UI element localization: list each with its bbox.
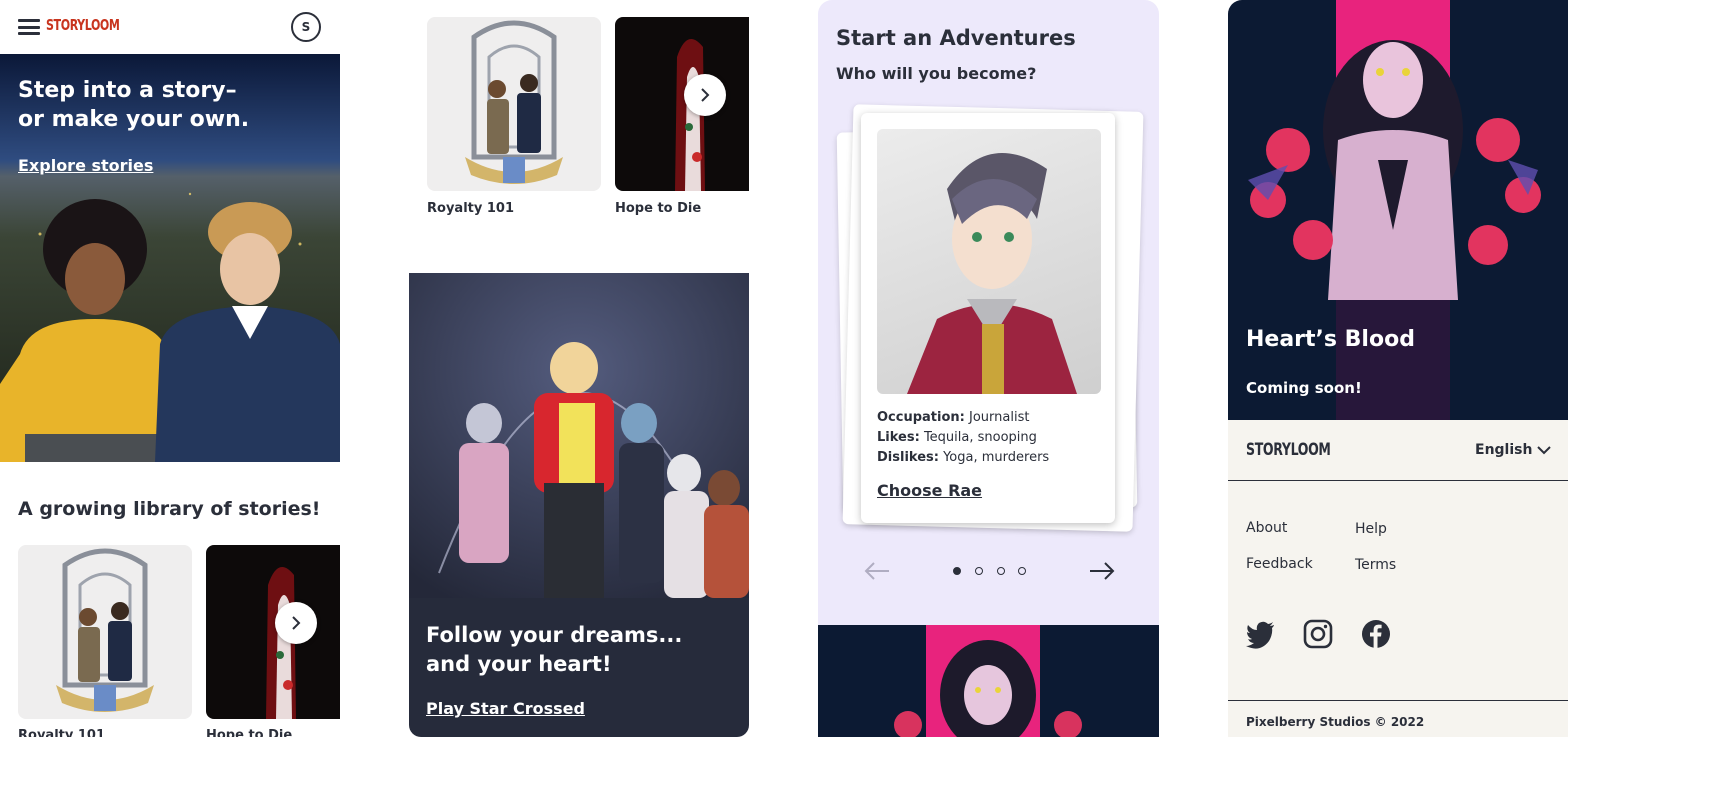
instagram-icon[interactable] xyxy=(1303,619,1333,649)
star-crossed-headline: Follow your dreams... and your heart! xyxy=(426,621,726,679)
attr-occupation: Occupation: Journalist xyxy=(877,410,1029,425)
pagination-dot[interactable] xyxy=(1018,567,1026,575)
play-star-crossed-link[interactable]: Play Star Crossed xyxy=(426,699,585,718)
adventure-view: Start an Adventures Who will you become? xyxy=(818,0,1159,737)
adventure-section: Start an Adventures Who will you become? xyxy=(818,0,1159,625)
hero-headline-line1: Step into a story– xyxy=(18,78,237,103)
arrow-right-icon[interactable] xyxy=(1088,560,1116,582)
copyright-text: Pixelberry Studios © 2022 xyxy=(1246,715,1425,729)
story-title: Hope to Die xyxy=(206,728,293,737)
choose-character-link[interactable]: Choose Rae xyxy=(877,481,982,500)
attr-dislikes: Dislikes: Yoga, murderers xyxy=(877,450,1049,465)
hearts-blood-art xyxy=(894,625,1082,737)
footer-link-terms[interactable]: Terms xyxy=(1355,557,1396,573)
hero-banner: Step into a story– or make your own. Exp… xyxy=(0,54,340,462)
story-title: Hope to Die xyxy=(615,201,702,216)
hearts-blood-feature[interactable]: Heart’s Blood Coming soon! xyxy=(1228,0,1568,420)
star-crossed-headline-line1: Follow your dreams... xyxy=(426,623,683,647)
twitter-icon[interactable] xyxy=(1246,619,1276,649)
star-crossed-headline-line2: and your heart! xyxy=(426,652,612,676)
attr-value: Yoga, murderers xyxy=(943,450,1050,465)
character-portrait xyxy=(877,129,1101,394)
home-mobile-view: STORYLOOM S Step into a story– or make y… xyxy=(0,0,340,737)
star-crossed-promo: Follow your dreams... and your heart! Pl… xyxy=(409,273,749,737)
arrow-left-icon[interactable] xyxy=(863,560,891,582)
pagination-dot[interactable] xyxy=(953,567,961,575)
footer-divider xyxy=(1228,480,1568,481)
footer-link-feedback[interactable]: Feedback xyxy=(1246,556,1313,572)
feature-title: Heart’s Blood xyxy=(1246,327,1415,352)
library-title: A growing library of stories! xyxy=(18,498,321,520)
rae-portrait xyxy=(907,153,1077,394)
attr-value: Journalist xyxy=(969,410,1030,425)
chevron-down-icon[interactable] xyxy=(1537,444,1551,456)
star-crossed-illustration xyxy=(409,273,749,598)
footer-link-about[interactable]: About xyxy=(1246,520,1287,536)
story-title: Royalty 101 xyxy=(18,728,105,737)
facebook-icon[interactable] xyxy=(1361,619,1391,649)
royalty-101-cover xyxy=(465,20,563,184)
pagination-dot[interactable] xyxy=(975,567,983,575)
explore-stories-link[interactable]: Explore stories xyxy=(18,156,153,175)
hope-to-die-cover xyxy=(675,39,705,191)
footer-brand-logo[interactable]: STORYLOOM xyxy=(1246,440,1331,460)
footer-view: Heart’s Blood Coming soon! STORYLOOM Eng… xyxy=(1228,0,1568,737)
adventure-title: Start an Adventures xyxy=(836,26,1076,50)
hero-headline-line2: or make your own. xyxy=(18,107,250,132)
royalty-101-cover xyxy=(56,548,154,712)
attr-value: Tequila, snooping xyxy=(923,430,1037,445)
attr-label: Occupation: xyxy=(877,410,965,425)
footer-divider xyxy=(1228,700,1568,701)
menu-icon[interactable] xyxy=(18,19,40,35)
attr-label: Likes: xyxy=(877,430,920,445)
adventure-subtitle: Who will you become? xyxy=(836,64,1037,83)
page: STORYLOOM S Step into a story– or make y… xyxy=(0,0,1568,737)
story-card-hope-to-die[interactable] xyxy=(615,17,749,191)
attr-likes: Likes: Tequila, snooping xyxy=(877,430,1037,445)
story-card-royalty-101[interactable] xyxy=(18,545,192,719)
hope-to-die-cover xyxy=(266,567,296,719)
hearts-blood-illustration xyxy=(1248,0,1541,420)
brand-logo[interactable]: STORYLOOM xyxy=(46,16,120,34)
carousel-next-button[interactable] xyxy=(684,74,726,116)
chevron-right-icon xyxy=(701,88,710,102)
feature-subtitle: Coming soon! xyxy=(1246,379,1362,397)
hearts-blood-peek xyxy=(818,625,1159,737)
footer-link-help[interactable]: Help xyxy=(1355,521,1387,537)
top-bar: STORYLOOM S xyxy=(0,0,340,54)
hero-headline: Step into a story– or make your own. xyxy=(18,76,318,134)
story-title: Royalty 101 xyxy=(427,201,514,216)
pagination-dot[interactable] xyxy=(997,567,1005,575)
avatar[interactable]: S xyxy=(291,12,321,42)
character-card-rae[interactable]: Occupation: Journalist Likes: Tequila, s… xyxy=(861,113,1115,523)
carousel-next-button[interactable] xyxy=(275,602,317,644)
language-select[interactable]: English xyxy=(1475,442,1532,458)
attr-label: Dislikes: xyxy=(877,450,939,465)
story-card-hope-to-die[interactable] xyxy=(206,545,340,719)
story-card-royalty-101[interactable] xyxy=(427,17,601,191)
stories-view: Royalty 101 Hope to Die Follow your drea… xyxy=(409,0,749,737)
chevron-right-icon xyxy=(292,616,301,630)
